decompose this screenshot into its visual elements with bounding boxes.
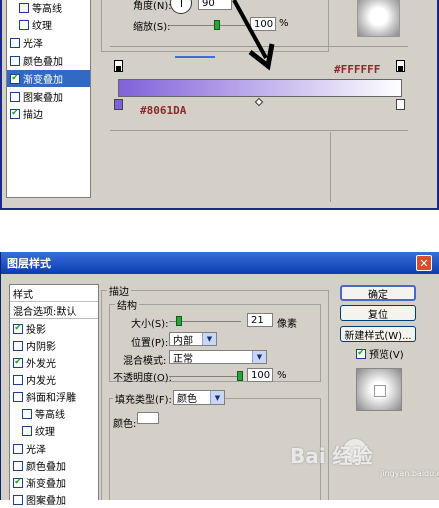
style-list-header[interactable]: 样式	[10, 285, 98, 302]
color-stop-left[interactable]	[114, 99, 123, 110]
style-item-satin[interactable]: 光泽	[7, 34, 90, 51]
preview-toggle[interactable]: ✔ 预览(V)	[356, 346, 404, 361]
blending-options-item[interactable]: 混合选项:默认	[10, 302, 98, 319]
scale-label: 缩放(S):	[133, 22, 171, 33]
checkbox[interactable]	[13, 443, 23, 454]
opacity-label: 不透明度(O):	[113, 373, 173, 384]
checkbox[interactable]	[13, 340, 23, 351]
style-item-contour[interactable]: 等高线	[10, 405, 98, 422]
style-item-texture[interactable]: 纹理	[7, 16, 90, 33]
ok-button[interactable]: 确定	[340, 285, 416, 301]
style-list: 样式 混合选项:默认 ✔ 投影 内阴影 ✔ 外发光 内发光 斜面和浮雕 等高线	[9, 284, 99, 507]
dialog-title: 图层样式	[7, 257, 51, 270]
gradient-midpoint[interactable]	[254, 97, 264, 107]
opacity-slider-thumb[interactable]	[237, 371, 243, 381]
style-item-outer-glow[interactable]: ✔ 外发光	[10, 354, 98, 371]
chevron-down-icon[interactable]: ▼	[252, 351, 266, 363]
blend-mode-select[interactable]: 正常 ▼	[169, 350, 267, 365]
style-item-color-overlay[interactable]: 颜色叠加	[10, 457, 98, 474]
style-item-stroke[interactable]: ✔ 描边	[7, 105, 90, 122]
close-button[interactable]: ✕	[416, 255, 432, 271]
annotation-arrow-icon	[232, 0, 275, 71]
style-item-bevel-emboss[interactable]: 斜面和浮雕	[10, 388, 98, 405]
gradient-bar[interactable]	[118, 79, 402, 97]
scale-slider-thumb[interactable]	[214, 20, 220, 30]
stroke-group-title: 描边	[107, 283, 131, 298]
gradient-overlay-panel: 等高线 纹理 光泽 颜色叠加 ✔ 渐变叠加 图案叠加 ✔ 描边 角度(N): 9…	[0, 0, 439, 210]
opacity-slider-track[interactable]	[169, 376, 243, 377]
size-input[interactable]: 21	[247, 313, 273, 327]
opacity-stop-right[interactable]	[396, 60, 405, 72]
position-select[interactable]: 内部 ▼	[169, 332, 217, 347]
checkbox-checked[interactable]: ✔	[10, 73, 20, 84]
checkbox[interactable]	[10, 37, 20, 48]
opacity-unit: %	[277, 370, 287, 381]
checkbox[interactable]	[10, 91, 20, 102]
style-item-pattern-overlay[interactable]: 图案叠加	[7, 88, 90, 105]
position-label: 位置(P):	[131, 338, 169, 349]
checkbox[interactable]	[22, 408, 32, 419]
checkbox[interactable]	[22, 425, 32, 436]
style-preview-thumbnail	[357, 0, 400, 37]
size-unit: 像素	[277, 319, 297, 330]
start-color-label: #8061DA	[140, 104, 187, 117]
checkbox-checked[interactable]: ✔	[13, 323, 23, 334]
style-preview-thumbnail	[356, 368, 402, 411]
checkbox[interactable]	[13, 460, 23, 471]
checkbox-checked[interactable]: ✔	[13, 477, 23, 488]
style-item-drop-shadow[interactable]: ✔ 投影	[10, 320, 98, 337]
color-stop-right[interactable]	[396, 99, 405, 110]
color-label: 颜色:	[113, 419, 137, 430]
checkbox-checked[interactable]: ✔	[356, 348, 366, 359]
stroke-color-swatch[interactable]	[137, 412, 159, 424]
style-item-satin[interactable]: 光泽	[10, 440, 98, 457]
style-item-texture[interactable]: 纹理	[10, 422, 98, 439]
style-item-inner-shadow[interactable]: 内阴影	[10, 337, 98, 354]
style-list-top: 等高线 纹理 光泽 颜色叠加 ✔ 渐变叠加 图案叠加 ✔ 描边	[6, 0, 91, 198]
layer-style-dialog: 图层样式 ✕ 样式 混合选项:默认 ✔ 投影 内阴影 ✔ 外发光 内发光 斜面和…	[0, 252, 439, 507]
dialog-titlebar[interactable]: 图层样式 ✕	[1, 252, 439, 274]
opacity-stop-left[interactable]	[114, 60, 123, 72]
style-item-contour[interactable]: 等高线	[7, 0, 90, 16]
checkbox[interactable]	[19, 19, 29, 30]
structure-group-title: 结构	[115, 297, 139, 312]
size-slider-thumb[interactable]	[176, 316, 182, 326]
fill-type-label: 填充类型(F):	[113, 391, 174, 406]
checkbox[interactable]	[13, 374, 23, 385]
opacity-input[interactable]: 100	[247, 368, 273, 382]
close-icon: ✕	[419, 256, 429, 270]
fill-type-select[interactable]: 颜色 ▼	[173, 390, 225, 405]
style-item-inner-glow[interactable]: 内发光	[10, 371, 98, 388]
end-color-label: #FFFFFF	[334, 63, 381, 76]
divider	[330, 132, 331, 202]
angle-label: 角度(N):	[133, 1, 172, 12]
style-item-gradient-overlay[interactable]: ✔ 渐变叠加	[7, 70, 90, 87]
size-label: 大小(S):	[131, 319, 169, 330]
divider	[110, 130, 408, 131]
checkbox-checked[interactable]: ✔	[13, 357, 23, 368]
style-item-gradient-overlay[interactable]: ✔ 渐变叠加	[10, 474, 98, 491]
watermark: Bai 经验	[290, 444, 373, 468]
checkbox[interactable]	[10, 55, 20, 66]
chevron-down-icon[interactable]: ▼	[202, 333, 216, 345]
reset-button[interactable]: 复位	[340, 305, 416, 321]
new-style-button[interactable]: 新建样式(W)...	[340, 326, 416, 342]
checkbox[interactable]	[13, 391, 23, 402]
checkbox-checked[interactable]: ✔	[10, 108, 20, 119]
style-item-color-overlay[interactable]: 颜色叠加	[7, 52, 90, 69]
blend-mode-label: 混合模式:	[123, 356, 167, 367]
chevron-down-icon[interactable]: ▼	[210, 391, 224, 404]
watermark-url: jingyan.baidu.com	[380, 469, 439, 478]
checkbox[interactable]	[19, 2, 29, 13]
